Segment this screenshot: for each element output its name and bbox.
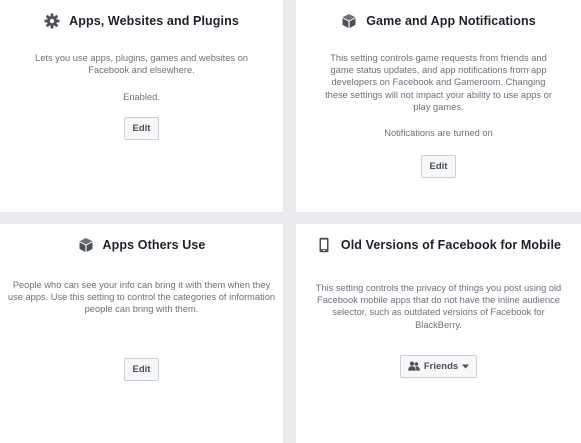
settings-grid: Apps, Websites and Plugins Lets you use … bbox=[0, 0, 581, 443]
card-title: Apps Others Use bbox=[102, 238, 206, 252]
card-title: Apps, Websites and Plugins bbox=[69, 14, 239, 28]
card-header: Apps Others Use bbox=[0, 235, 283, 255]
gear-icon bbox=[44, 13, 60, 29]
card-header: Old Versions of Facebook for Mobile bbox=[296, 235, 581, 255]
edit-button[interactable]: Edit bbox=[420, 155, 457, 179]
cube-icon bbox=[341, 13, 357, 29]
edit-button[interactable]: Edit bbox=[123, 357, 160, 381]
card-header: Game and App Notifications bbox=[296, 11, 581, 31]
audience-selector-button[interactable]: Friends bbox=[399, 354, 478, 378]
game-app-notifications-card: Game and App Notifications This setting … bbox=[296, 0, 581, 212]
old-versions-mobile-card: Old Versions of Facebook for Mobile This… bbox=[296, 224, 581, 443]
card-description: People who can see your info can bring i… bbox=[7, 280, 276, 315]
card-description: Lets you use apps, plugins, games and we… bbox=[35, 53, 248, 76]
card-description: This setting controls game requests from… bbox=[325, 53, 552, 112]
card-title: Game and App Notifications bbox=[366, 14, 536, 28]
cube-icon bbox=[78, 237, 94, 253]
mobile-phone-icon bbox=[316, 237, 332, 253]
edit-button[interactable]: Edit bbox=[123, 117, 160, 141]
status-text: Enabled. bbox=[123, 92, 160, 103]
apps-others-use-card: Apps Others Use People who can see your … bbox=[0, 224, 283, 443]
card-description: This setting controls the privacy of thi… bbox=[315, 283, 562, 330]
caret-down-icon bbox=[462, 364, 470, 369]
card-title: Old Versions of Facebook for Mobile bbox=[340, 238, 562, 252]
card-header: Apps, Websites and Plugins bbox=[0, 11, 283, 31]
status-text: Notifications are turned on bbox=[384, 128, 493, 139]
apps-websites-plugins-card: Apps, Websites and Plugins Lets you use … bbox=[0, 0, 283, 212]
friends-icon bbox=[408, 361, 420, 371]
audience-label: Friends bbox=[423, 360, 459, 372]
